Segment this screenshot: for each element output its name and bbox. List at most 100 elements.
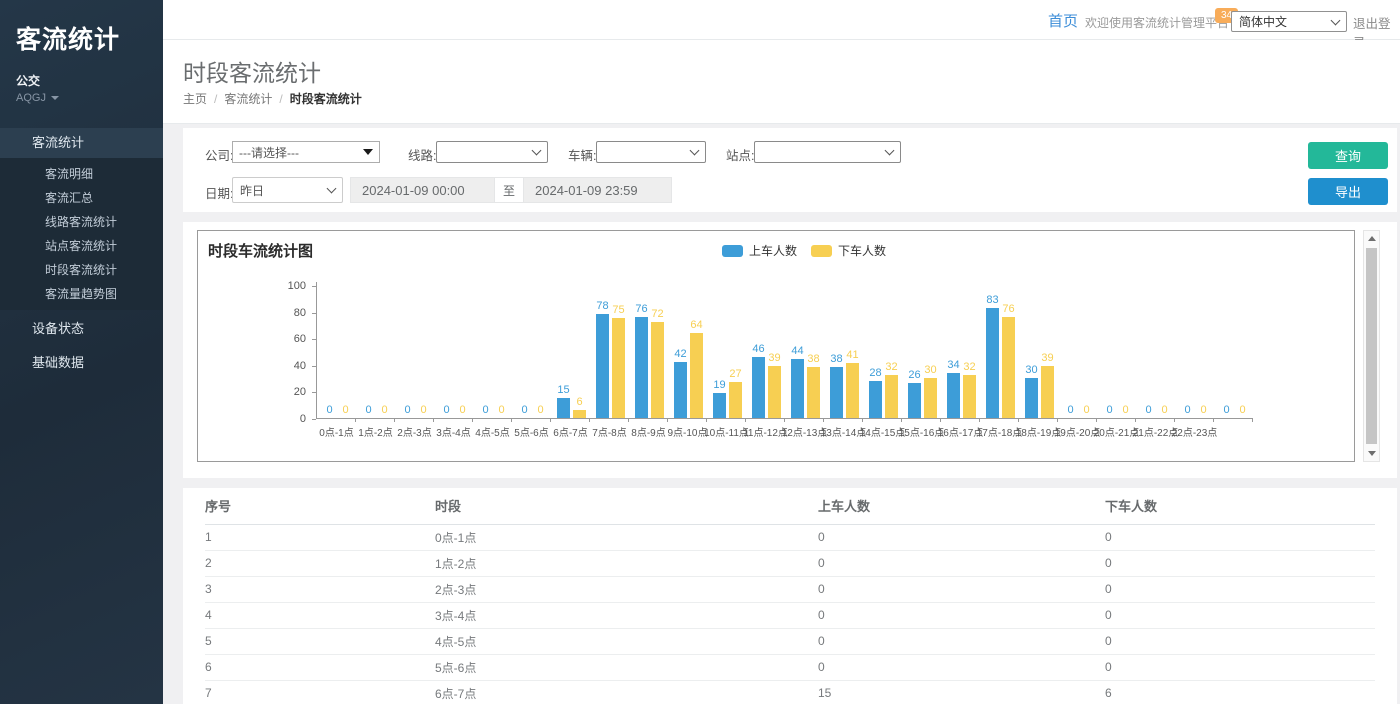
company-select[interactable]: ---请选择---	[232, 141, 380, 163]
line-select[interactable]	[436, 141, 548, 163]
date-label: 日期:	[205, 183, 233, 202]
caret-down-icon	[51, 96, 59, 100]
chart-bar	[1002, 317, 1015, 418]
table-cell: 0	[818, 602, 1105, 628]
breadcrumb-link[interactable]: 客流统计	[224, 92, 272, 106]
chart-bar-value-label: 27	[719, 368, 753, 380]
x-axis-tick-mark	[1135, 418, 1136, 422]
y-axis-tick-label: 100	[260, 280, 306, 292]
y-axis-tick-mark	[312, 366, 316, 367]
breadcrumb-separator: /	[279, 92, 282, 106]
vehicle-label: 车辆:	[568, 145, 596, 164]
export-button[interactable]: 导出	[1308, 178, 1388, 205]
x-axis-tick-mark	[1096, 418, 1097, 422]
table-cell: 0	[1105, 550, 1375, 576]
x-axis-tick-mark	[511, 418, 512, 422]
y-axis-tick-mark	[312, 392, 316, 393]
chart-panel: 时段车流统计图 上车人数下车人数 000点-1点001点-2点002点-3点00…	[183, 222, 1397, 478]
sidebar-subitem[interactable]: 客流汇总	[0, 186, 163, 210]
breadcrumb-separator: /	[214, 92, 217, 106]
chart-bar	[674, 362, 687, 418]
chart-bar	[846, 363, 859, 418]
table-cell: 7	[205, 680, 435, 704]
sidebar-subitem[interactable]: 线路客流统计	[0, 210, 163, 234]
chevron-down-icon	[885, 146, 895, 156]
x-axis-tick-mark	[1057, 418, 1058, 422]
table-row[interactable]: 21点-2点00	[205, 550, 1375, 576]
table-row[interactable]: 32点-3点00	[205, 576, 1375, 602]
table-row[interactable]: 76点-7点156	[205, 680, 1375, 704]
scrollbar-thumb[interactable]	[1366, 248, 1377, 444]
table-panel: 序号时段上车人数下车人数 10点-1点0021点-2点0032点-3点0043点…	[183, 488, 1397, 704]
x-axis-tick-mark	[745, 418, 746, 422]
x-axis-tick-mark	[394, 418, 395, 422]
table-cell: 2	[205, 550, 435, 576]
chart-bar-value-label: 32	[953, 361, 987, 373]
table-cell: 1	[205, 524, 435, 550]
sidebar-subitem[interactable]: 客流明细	[0, 162, 163, 186]
chart-bar	[1041, 366, 1054, 418]
x-axis-tick-mark	[940, 418, 941, 422]
table-cell: 15	[818, 680, 1105, 704]
table-row[interactable]: 43点-4点00	[205, 602, 1375, 628]
table-row[interactable]: 10点-1点00	[205, 524, 1375, 550]
chart-bar	[869, 381, 882, 418]
table-cell: 3	[205, 576, 435, 602]
table-cell: 0	[1105, 576, 1375, 602]
date-to-input[interactable]: 2024-01-09 23:59	[523, 177, 672, 203]
home-link[interactable]: 首页	[1048, 10, 1078, 31]
chart-bar	[596, 314, 609, 418]
chart-vertical-scrollbar[interactable]	[1363, 230, 1380, 462]
sidebar-subitem[interactable]: 时段客流统计	[0, 258, 163, 282]
table-cell: 6点-7点	[435, 680, 818, 704]
breadcrumb-link[interactable]: 主页	[183, 92, 207, 106]
x-axis-tick-mark	[1018, 418, 1019, 422]
triangle-down-icon	[363, 149, 373, 155]
org-name: 公交	[0, 56, 163, 89]
chevron-down-icon	[690, 146, 700, 156]
table-cell: 4点-5点	[435, 628, 818, 654]
x-axis-tick-mark	[472, 418, 473, 422]
page-header: 时段客流统计 主页/客流统计/时段客流统计	[163, 40, 1400, 124]
sidebar-subitem[interactable]: 客流量趋势图	[0, 282, 163, 306]
sidebar-item-device-status[interactable]: 设备状态	[0, 314, 163, 344]
table-cell: 0	[1105, 524, 1375, 550]
chart-bar	[908, 383, 921, 418]
date-preset-select[interactable]: 昨日	[232, 177, 343, 203]
query-button[interactable]: 查询	[1308, 142, 1388, 169]
table-cell: 5	[205, 628, 435, 654]
scrollbar-up-arrow-icon[interactable]	[1364, 231, 1379, 246]
filter-panel: 公司: ---请选择--- 线路: 车辆: 站点: 日期:	[183, 128, 1397, 212]
table-row[interactable]: 65点-6点00	[205, 654, 1375, 680]
org-code-dropdown[interactable]: AQGJ	[0, 89, 163, 104]
table-cell: 0	[818, 576, 1105, 602]
sidebar-subitem[interactable]: 站点客流统计	[0, 234, 163, 258]
legend-item[interactable]: 上车人数	[722, 242, 797, 259]
legend-item[interactable]: 下车人数	[811, 242, 886, 259]
legend-label: 下车人数	[838, 242, 886, 259]
table-cell: 3点-4点	[435, 602, 818, 628]
date-from-input[interactable]: 2024-01-09 00:00	[350, 177, 495, 203]
sidebar-item-passenger-stats[interactable]: 客流统计	[0, 128, 163, 158]
language-select[interactable]: 简体中文	[1231, 11, 1347, 32]
scrollbar-down-arrow-icon[interactable]	[1364, 446, 1379, 461]
chart-bar	[830, 367, 843, 418]
y-axis-tick-mark	[312, 339, 316, 340]
date-range-to-label: 至	[495, 177, 523, 203]
table-row[interactable]: 54点-5点00	[205, 628, 1375, 654]
y-axis-tick-mark	[312, 419, 316, 420]
vehicle-select[interactable]	[596, 141, 706, 163]
x-axis-tick-mark	[550, 418, 551, 422]
table-cell: 0	[818, 628, 1105, 654]
chart-bar	[713, 393, 726, 418]
breadcrumb-current: 时段客流统计	[290, 92, 362, 106]
content-area: 公司: ---请选择--- 线路: 车辆: 站点: 日期:	[163, 124, 1400, 704]
chart-bar	[1025, 378, 1038, 418]
chart-plot-area: 000点-1点001点-2点002点-3点003点-4点004点-5点005点-…	[316, 282, 1253, 419]
sidebar-item-base-data[interactable]: 基础数据	[0, 348, 163, 378]
station-select[interactable]	[754, 141, 901, 163]
y-axis-tick-label: 60	[260, 333, 306, 345]
app-logo-title: 客流统计	[0, 0, 163, 56]
chart-bar	[612, 318, 625, 418]
x-axis-tick-mark	[862, 418, 863, 422]
